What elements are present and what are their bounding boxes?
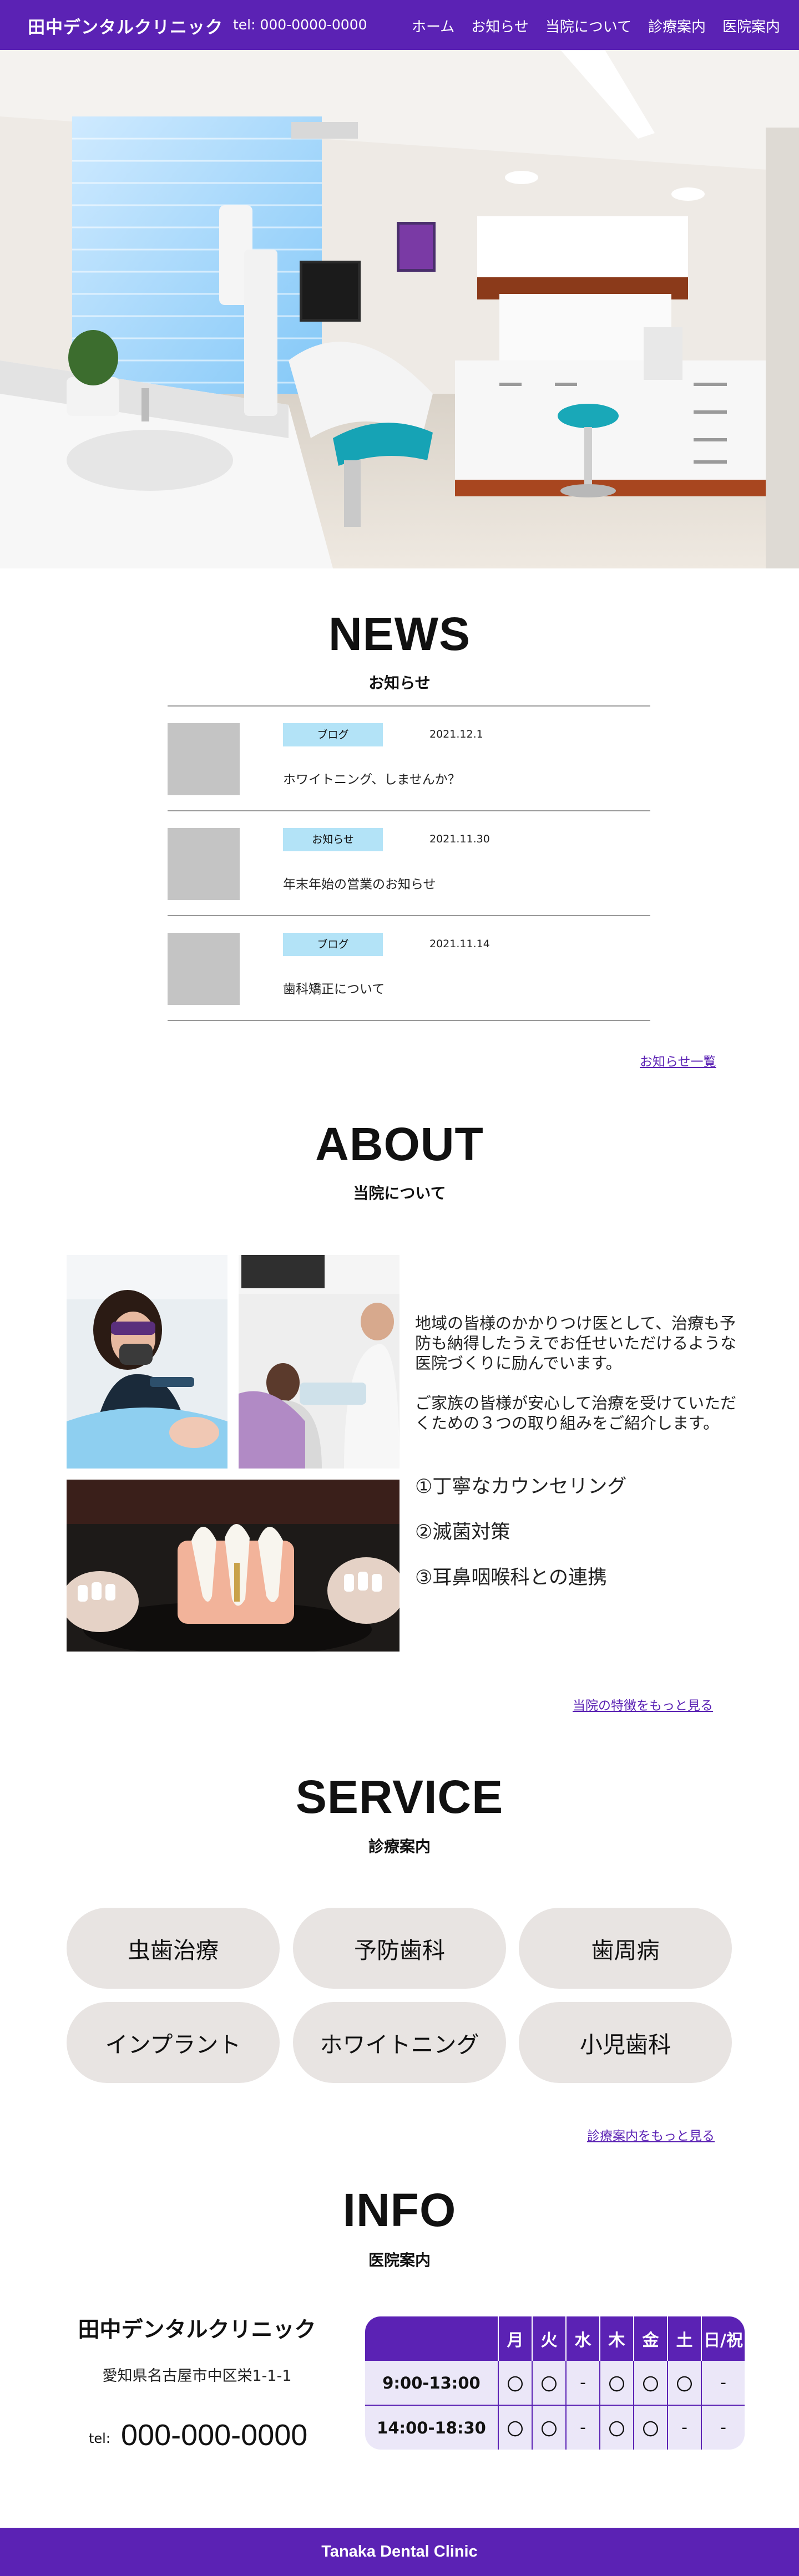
hours-row: 14:00-18:30 〇 〇 - 〇 〇 - - xyxy=(365,2405,745,2450)
site-header: 田中デンタルクリニック tel: 000-0000-0000 ホーム お知らせ … xyxy=(0,0,799,50)
nav-service[interactable]: 診療案内 xyxy=(648,16,706,36)
nav-home[interactable]: ホーム xyxy=(412,16,454,36)
hours-day: 土 xyxy=(667,2316,701,2361)
about-description: 地域の皆様のかかりつけ医として、治療も予防も納得したうえでお任せいただけるような… xyxy=(415,1313,748,1453)
hours-time: 14:00-18:30 xyxy=(365,2405,498,2450)
hours-day: 火 xyxy=(532,2316,566,2361)
clinic-tel[interactable]: 000-000-0000 xyxy=(121,2418,307,2452)
service-periodontal[interactable]: 歯周病 xyxy=(519,1908,732,1989)
news-date: 2021.11.30 xyxy=(429,833,490,845)
hours-cell: 〇 xyxy=(498,2361,532,2405)
news-thumbnail xyxy=(168,723,240,795)
info-subheading: 医院案内 xyxy=(368,2251,431,2269)
main-nav: ホーム お知らせ 当院について 診療案内 医院案内 xyxy=(412,16,780,36)
service-cavity-treatment[interactable]: 虫歯治療 xyxy=(67,1908,280,1989)
hours-day: 水 xyxy=(565,2316,600,2361)
hours-cell: 〇 xyxy=(532,2361,566,2405)
news-title[interactable]: 歯科矯正について xyxy=(283,978,385,997)
service-preventive-dentistry[interactable]: 予防歯科 xyxy=(293,1908,506,1989)
hours-cell: - xyxy=(701,2361,745,2405)
hours-time: 9:00-13:00 xyxy=(382,2373,481,2392)
clinic-tel-label: tel: xyxy=(89,2431,110,2446)
header-tel: tel: 000-0000-0000 xyxy=(233,17,367,33)
hours-cell: 〇 xyxy=(599,2405,634,2450)
news-thumbnail xyxy=(168,828,240,900)
site-logo[interactable]: 田中デンタルクリニック xyxy=(28,13,223,38)
hours-header-blank xyxy=(365,2316,498,2361)
about-point: ①丁寧なカウンセリング xyxy=(415,1476,627,1498)
hours-day: 金 xyxy=(633,2316,667,2361)
news-date: 2021.11.14 xyxy=(429,938,490,950)
nav-about[interactable]: 当院について xyxy=(545,16,631,36)
hours-cell: - xyxy=(565,2405,600,2450)
service-implant[interactable]: インプラント xyxy=(67,2002,280,2083)
about-heading: ABOUT xyxy=(315,1118,484,1170)
hours-cell: 〇 xyxy=(599,2361,634,2405)
office-hours-table: 月 火 水 木 金 土 日/祝 9:00-13:00 〇 〇 - 〇 〇 〇 -… xyxy=(365,2316,745,2450)
clinic-name: 田中デンタルクリニック xyxy=(78,2318,316,2343)
news-category-tag: ブログ xyxy=(283,723,383,746)
about-points-list: ①丁寧なカウンセリング ②滅菌対策 ③耳鼻咽喉科との連携 xyxy=(415,1464,626,1601)
about-photo-dentist xyxy=(67,1255,227,1469)
hours-cell: - xyxy=(565,2361,600,2405)
hours-cell: 〇 xyxy=(667,2361,701,2405)
clinic-address: 愛知県名古屋市中区栄1-1-1 xyxy=(102,2367,292,2385)
service-pediatric[interactable]: 小児歯科 xyxy=(519,2002,732,2083)
hours-cell: 〇 xyxy=(532,2405,566,2450)
news-title[interactable]: ホワイトニング、しませんか？ xyxy=(283,769,461,787)
news-heading: NEWS xyxy=(328,608,471,660)
about-paragraph: 地域の皆様のかかりつけ医として、治療も予防も納得したうえでお任せいただけるような… xyxy=(415,1314,737,1373)
about-paragraph: ご家族の皆様が安心して治療を受けていただくための３つの取り組みをご紹介します。 xyxy=(415,1394,737,1432)
about-photo-treatment xyxy=(239,1255,400,1469)
nav-news[interactable]: お知らせ xyxy=(471,16,528,36)
service-whitening[interactable]: ホワイトニング xyxy=(293,2002,506,2083)
hours-day: 木 xyxy=(599,2316,634,2361)
news-item[interactable]: お知らせ 2021.11.30 年末年始の営業のお知らせ xyxy=(168,811,650,916)
about-point: ②滅菌対策 xyxy=(415,1521,510,1543)
news-date: 2021.12.1 xyxy=(429,728,483,740)
hours-cell: 〇 xyxy=(633,2361,667,2405)
about-photo-dental-models xyxy=(67,1480,400,1652)
site-footer: Tanaka Dental Clinic xyxy=(0,2528,799,2576)
info-heading: INFO xyxy=(342,2184,457,2236)
news-subheading: お知らせ xyxy=(368,674,431,692)
nav-info[interactable]: 医院案内 xyxy=(722,16,780,36)
hero-clinic-photo xyxy=(0,50,799,568)
news-category-tag: お知らせ xyxy=(283,828,383,851)
hours-cell: - xyxy=(667,2405,701,2450)
service-subheading: 診療案内 xyxy=(368,1837,431,1856)
hours-cell: 〇 xyxy=(633,2405,667,2450)
hours-cell: - xyxy=(701,2405,745,2450)
hours-day: 日/祝 xyxy=(701,2316,745,2361)
service-heading: SERVICE xyxy=(295,1771,504,1823)
about-point: ③耳鼻咽喉科との連携 xyxy=(415,1567,608,1589)
news-more-link[interactable]: お知らせ一覧 xyxy=(640,1051,716,1070)
news-list: ブログ 2021.12.1 ホワイトニング、しませんか？ お知らせ 2021.1… xyxy=(168,705,650,1021)
hours-cell: 〇 xyxy=(498,2405,532,2450)
hours-row: 9:00-13:00 〇 〇 - 〇 〇 〇 - xyxy=(365,2361,745,2405)
news-category-tag: ブログ xyxy=(283,933,383,956)
about-more-link[interactable]: 当院の特徴をもっと見る xyxy=(573,1695,713,1714)
hours-day: 月 xyxy=(498,2316,532,2361)
service-more-link[interactable]: 診療案内をもっと見る xyxy=(587,2125,715,2144)
news-title[interactable]: 年末年始の営業のお知らせ xyxy=(283,873,436,892)
news-thumbnail xyxy=(168,933,240,1005)
news-item[interactable]: ブログ 2021.11.14 歯科矯正について xyxy=(168,916,650,1021)
about-subheading: 当院について xyxy=(353,1184,446,1202)
news-item[interactable]: ブログ 2021.12.1 ホワイトニング、しませんか？ xyxy=(168,707,650,811)
